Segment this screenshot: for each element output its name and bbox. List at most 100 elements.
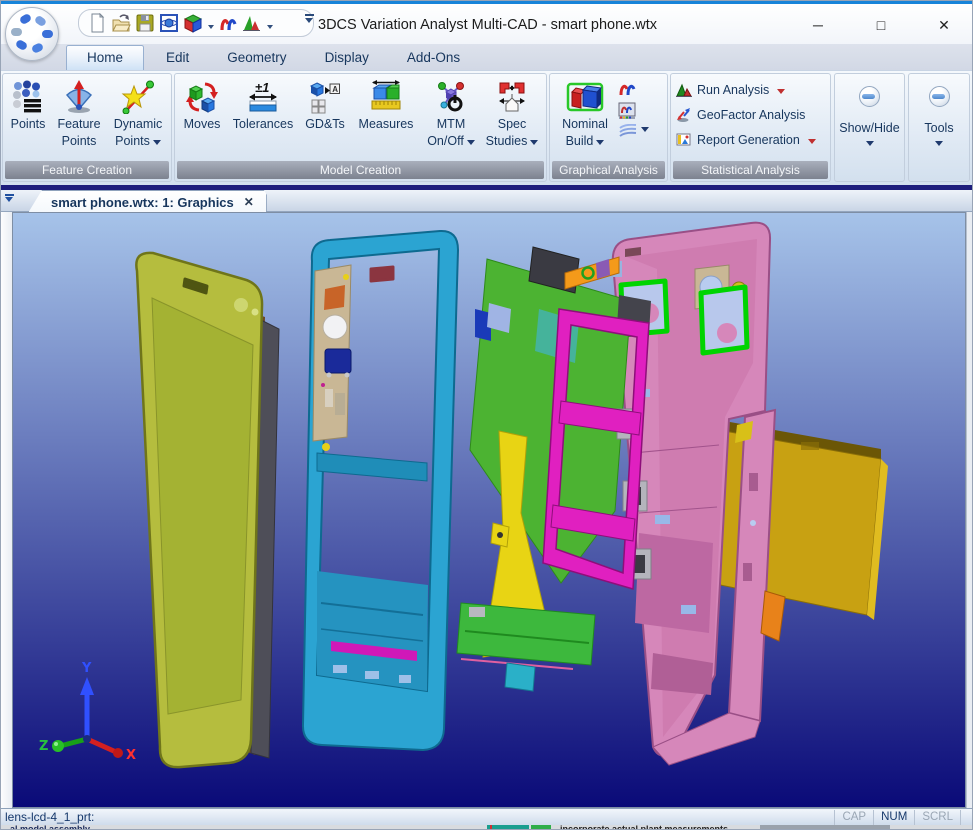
chevron-down-icon[interactable] [267, 25, 273, 32]
group-graphical-analysis: Nominal Build Graphical Analysis [549, 73, 668, 182]
qat-customize-icon[interactable] [303, 14, 315, 28]
caps-lock-indicator: CAP [834, 810, 873, 825]
quick-access-toolbar [78, 9, 314, 37]
ribbon-tab-bar: Home Edit Geometry Display Add-Ons [0, 44, 973, 70]
report-generation-icon [676, 132, 692, 148]
y-axis-label: Y [81, 661, 92, 676]
new-document-icon[interactable] [87, 13, 107, 33]
chevron-down-icon [153, 140, 161, 149]
moves-icon [185, 80, 219, 114]
chevron-down-icon[interactable] [208, 25, 214, 32]
document-tab-label: smart phone.wtx: 1: Graphics [51, 195, 234, 210]
tools-button[interactable]: Tools [908, 73, 970, 182]
tab-display[interactable]: Display [309, 46, 385, 70]
gdts-button[interactable]: A GD&Ts [299, 77, 351, 150]
measures-icon [369, 80, 403, 114]
chevron-down-icon [777, 89, 785, 98]
deviation-icon[interactable] [618, 80, 636, 98]
minimize-button[interactable]: ─ [792, 12, 844, 38]
spec-studies-button[interactable]: Spec Studies [481, 77, 543, 150]
show-hide-button[interactable]: Show/Hide [834, 73, 905, 182]
application-menu-button[interactable] [5, 7, 59, 61]
group-caption: Feature Creation [5, 161, 169, 179]
tab-list-icon[interactable] [3, 194, 15, 208]
svg-text:±1: ±1 [255, 80, 269, 95]
feature-points-icon [62, 80, 96, 114]
logo-dot [34, 15, 48, 28]
sphere-icon [929, 86, 950, 107]
chevron-down-icon [530, 140, 538, 149]
chevron-down-icon [866, 141, 874, 150]
num-lock-indicator: NUM [873, 810, 914, 825]
chevron-down-icon [596, 140, 604, 149]
x-axis-label: X [126, 748, 136, 763]
ribbon: Points Feature Points Dyna [0, 70, 973, 186]
fit-view-icon[interactable] [159, 13, 179, 33]
colored-cube-icon[interactable] [183, 13, 203, 33]
points-button[interactable]: Points [5, 77, 51, 150]
color-contour-icon[interactable] [618, 102, 636, 120]
camera-window [701, 287, 747, 353]
tab-add-ons[interactable]: Add-Ons [391, 46, 476, 70]
mtm-on-off-button[interactable]: MTM On/Off [421, 77, 481, 150]
camera-hole [234, 298, 248, 312]
whisker-plot-icon[interactable] [618, 124, 638, 138]
group-caption: Statistical Analysis [673, 161, 828, 179]
background-window-sliver: al model assembly. incorporate actual pl… [0, 825, 973, 830]
status-bar: lens-lcd-4_1_prt: CAP NUM SCRL [0, 808, 973, 825]
tab-home[interactable]: Home [66, 45, 144, 70]
run-analysis-icon [676, 82, 692, 98]
sphere-icon [859, 86, 880, 107]
animate-icon[interactable] [218, 13, 238, 33]
resize-grip[interactable] [960, 810, 973, 825]
histogram-icon[interactable] [242, 13, 262, 33]
background-color-fragment [760, 825, 890, 830]
group-caption: Model Creation [177, 161, 544, 179]
save-icon[interactable] [135, 13, 155, 33]
nominal-build-button[interactable]: Nominal Build [552, 77, 618, 150]
window-right-edge [966, 212, 973, 808]
measures-button[interactable]: Measures [351, 77, 421, 150]
tolerances-button[interactable]: ±1 Tolerances [227, 77, 299, 150]
points-icon [11, 80, 45, 114]
group-feature-creation: Points Feature Points Dyna [2, 73, 172, 182]
document-tab[interactable]: smart phone.wtx: 1: Graphics ✕ [28, 190, 267, 213]
logo-dot [11, 28, 22, 36]
group-statistical-analysis: Run Analysis GeoFactor Analysis Report G… [670, 73, 831, 182]
document-tab-bar: smart phone.wtx: 1: Graphics ✕ [0, 190, 973, 212]
3d-scene[interactable]: Y X Z [13, 213, 965, 807]
geofactor-analysis-button[interactable]: GeoFactor Analysis [671, 102, 830, 127]
background-color-fragment [487, 825, 529, 830]
tab-close-icon[interactable]: ✕ [244, 195, 254, 209]
tolerances-icon: ±1 [246, 80, 280, 114]
status-message: lens-lcd-4_1_prt: [0, 810, 834, 824]
chevron-down-icon [935, 141, 943, 150]
open-file-icon[interactable] [111, 13, 131, 33]
chevron-down-icon[interactable] [641, 127, 649, 136]
logo-dot [42, 30, 53, 38]
group-caption: Graphical Analysis [552, 161, 665, 179]
chevron-down-icon [808, 139, 816, 148]
gdts-icon: A [308, 80, 342, 114]
tab-geometry[interactable]: Geometry [211, 46, 302, 70]
run-analysis-button[interactable]: Run Analysis [671, 77, 830, 102]
background-text-fragment: incorporate actual plant measurements [560, 825, 728, 830]
report-generation-button[interactable]: Report Generation [671, 127, 830, 152]
z-axis-label: Z [39, 739, 48, 754]
maximize-button[interactable]: □ [855, 12, 907, 38]
points-label: Points [11, 116, 46, 133]
logo-dot [31, 42, 44, 54]
tab-edit[interactable]: Edit [150, 46, 205, 70]
close-button[interactable]: ✕ [918, 12, 970, 38]
moves-button[interactable]: Moves [177, 77, 227, 150]
window-title: 3DCS Variation Analyst Multi-CAD - smart… [318, 17, 657, 33]
spec-studies-icon [495, 80, 529, 114]
dynamic-points-button[interactable]: Dynamic Points [107, 77, 169, 150]
dynamic-points-icon [121, 80, 155, 114]
background-color-fragment [490, 825, 492, 830]
geofactor-icon [676, 107, 692, 123]
feature-points-button[interactable]: Feature Points [51, 77, 107, 150]
logo-dot [19, 13, 33, 25]
graphics-viewport[interactable]: Y X Z [12, 212, 966, 808]
logo-dot [15, 39, 29, 51]
